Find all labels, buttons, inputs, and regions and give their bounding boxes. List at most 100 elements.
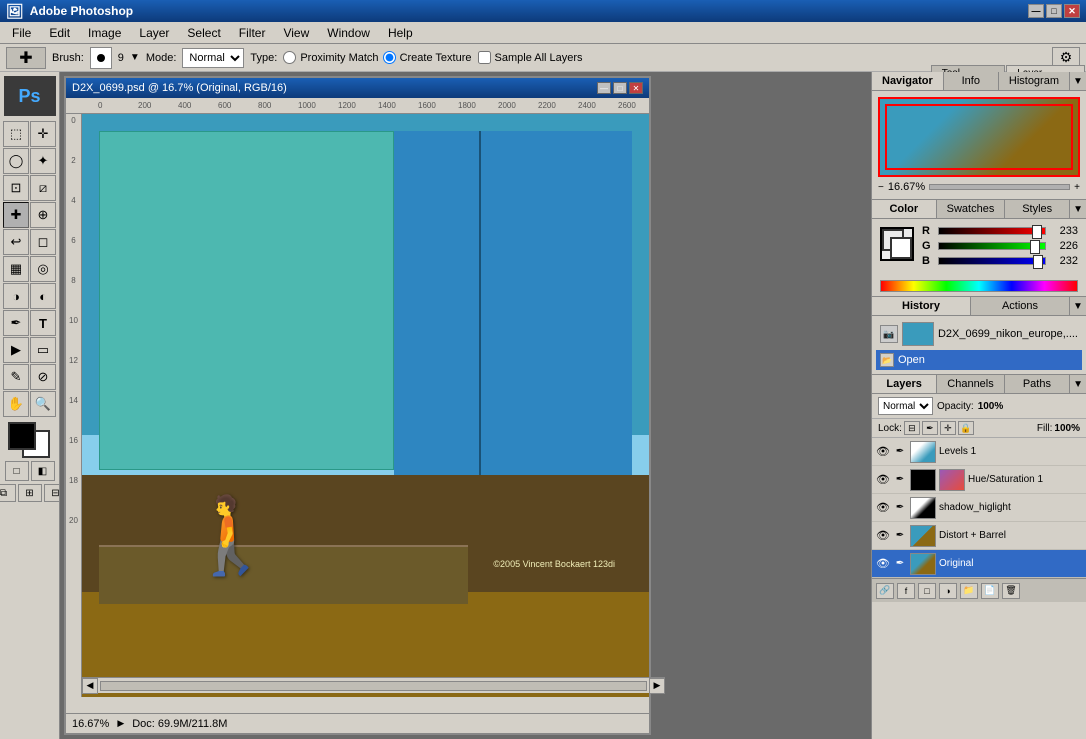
menu-item-filter[interactable]: Filter bbox=[231, 24, 274, 42]
new-adjustment-btn[interactable]: ◑ bbox=[939, 583, 957, 599]
r-thumb[interactable] bbox=[1032, 225, 1042, 239]
title-bar-controls[interactable]: — □ ✕ bbox=[1028, 4, 1080, 18]
tool-lasso[interactable]: ◯ bbox=[3, 148, 29, 174]
menu-item-view[interactable]: View bbox=[275, 24, 317, 42]
menu-item-edit[interactable]: Edit bbox=[41, 24, 78, 42]
history-collapse-btn[interactable]: ▼ bbox=[1070, 298, 1086, 314]
tab-histogram[interactable]: Histogram bbox=[999, 72, 1070, 90]
tab-layers[interactable]: Layers bbox=[872, 375, 937, 393]
new-layer-btn[interactable]: 📄 bbox=[981, 583, 999, 599]
zoom-slider[interactable] bbox=[929, 184, 1070, 190]
foreground-color[interactable] bbox=[8, 422, 36, 450]
color-swatch[interactable] bbox=[880, 227, 914, 261]
tool-eyedropper[interactable]: ⊘ bbox=[30, 364, 56, 390]
doc-close[interactable]: ✕ bbox=[629, 82, 643, 94]
normal-mode-btn[interactable]: □ bbox=[5, 461, 29, 481]
b-slider[interactable] bbox=[938, 257, 1046, 265]
tool-eraser[interactable]: ◻ bbox=[30, 229, 56, 255]
quick-mask-btn[interactable]: ◧ bbox=[31, 461, 55, 481]
tool-magic-wand[interactable]: ✦ bbox=[30, 148, 56, 174]
doc-maximize[interactable]: □ bbox=[613, 82, 627, 94]
tool-dodge[interactable]: ◑ bbox=[3, 283, 29, 309]
tool-move[interactable]: ✛ bbox=[30, 121, 56, 147]
b-thumb[interactable] bbox=[1033, 255, 1043, 269]
tool-hand[interactable]: ✋ bbox=[3, 391, 29, 417]
tab-paths[interactable]: Paths bbox=[1005, 375, 1070, 393]
layer-eye-shadow[interactable]: 👁 bbox=[876, 501, 890, 515]
tab-styles[interactable]: Styles bbox=[1005, 200, 1070, 218]
minimize-button[interactable]: — bbox=[1028, 4, 1044, 18]
layer-original[interactable]: 👁 ✒ Original bbox=[872, 550, 1086, 578]
layers-collapse-btn[interactable]: ▼ bbox=[1070, 376, 1086, 392]
tool-notes[interactable]: ✎ bbox=[3, 364, 29, 390]
screen-mode-btn[interactable]: ⧉ bbox=[0, 484, 16, 502]
g-slider[interactable] bbox=[938, 242, 1046, 250]
delete-layer-btn[interactable]: 🗑 bbox=[1002, 583, 1020, 599]
zoom-in-icon[interactable]: + bbox=[1074, 182, 1080, 193]
layer-eye-original[interactable]: 👁 bbox=[876, 557, 890, 571]
color-background[interactable] bbox=[890, 237, 912, 259]
scroll-left-btn[interactable]: ◀ bbox=[82, 678, 98, 694]
layer-distort[interactable]: 👁 ✒ Distort + Barrel bbox=[872, 522, 1086, 550]
tool-zoom[interactable]: 🔍 bbox=[30, 391, 56, 417]
menu-item-layer[interactable]: Layer bbox=[131, 24, 177, 42]
tab-color[interactable]: Color bbox=[872, 200, 937, 218]
r-slider[interactable] bbox=[938, 227, 1046, 235]
tool-history-brush[interactable]: ↩ bbox=[3, 229, 29, 255]
add-mask-btn[interactable]: □ bbox=[918, 583, 936, 599]
close-button[interactable]: ✕ bbox=[1064, 4, 1080, 18]
maximize-button[interactable]: □ bbox=[1046, 4, 1062, 18]
scroll-h-track[interactable] bbox=[100, 681, 647, 691]
layer-eye-distort[interactable]: 👁 bbox=[876, 529, 890, 543]
canvas-container[interactable]: 🚶 ©2005 Vincent Bockaert 123di bbox=[82, 114, 649, 697]
tool-clone-stamp[interactable]: ⊕ bbox=[30, 202, 56, 228]
navigator-preview[interactable] bbox=[878, 97, 1080, 177]
tool-sponge[interactable]: ◐ bbox=[30, 283, 56, 309]
doc-title-controls[interactable]: — □ ✕ bbox=[597, 82, 643, 94]
menu-item-window[interactable]: Window bbox=[319, 24, 378, 42]
tool-marquee[interactable]: ⬚ bbox=[3, 121, 29, 147]
tool-shape[interactable]: ▭ bbox=[30, 337, 56, 363]
lock-all-btn[interactable]: 🔒 bbox=[958, 421, 974, 435]
create-texture-radio[interactable] bbox=[383, 51, 396, 64]
tab-navigator[interactable]: Navigator bbox=[872, 72, 944, 90]
mode-select[interactable]: Normal bbox=[182, 48, 244, 68]
layer-hue1[interactable]: 👁 ✒ Hue/Saturation 1 bbox=[872, 466, 1086, 494]
history-open-item[interactable]: 📂 Open bbox=[876, 350, 1082, 370]
add-style-btn[interactable]: f bbox=[897, 583, 915, 599]
color-spectrum[interactable] bbox=[880, 280, 1078, 292]
tool-pen[interactable]: ✒ bbox=[3, 310, 29, 336]
lock-transparent-btn[interactable]: ⊟ bbox=[904, 421, 920, 435]
tab-channels[interactable]: Channels bbox=[937, 375, 1004, 393]
menu-item-select[interactable]: Select bbox=[179, 24, 228, 42]
menu-item-help[interactable]: Help bbox=[380, 24, 421, 42]
tab-history[interactable]: History bbox=[872, 297, 971, 315]
tool-crop[interactable]: ⊡ bbox=[3, 175, 29, 201]
blend-mode-select[interactable]: Normal bbox=[878, 397, 933, 415]
sample-all-checkbox[interactable] bbox=[478, 51, 491, 64]
nav-collapse-btn[interactable]: ▼ bbox=[1070, 73, 1086, 89]
fullscreen2-btn[interactable]: ⊟ bbox=[44, 484, 61, 502]
doc-minimize[interactable]: — bbox=[597, 82, 611, 94]
tool-healing-brush[interactable]: ✚ bbox=[3, 202, 29, 228]
fullscreen-btn[interactable]: ⊞ bbox=[18, 484, 42, 502]
menu-item-file[interactable]: File bbox=[4, 24, 39, 42]
tool-gradient[interactable]: ▦ bbox=[3, 256, 29, 282]
brush-dropdown-icon[interactable]: ▼ bbox=[130, 52, 140, 63]
layer-levels1[interactable]: 👁 ✒ Levels 1 bbox=[872, 438, 1086, 466]
layer-shadow[interactable]: 👁 ✒ shadow_higlight bbox=[872, 494, 1086, 522]
tab-info[interactable]: Info bbox=[944, 72, 999, 90]
tab-swatches[interactable]: Swatches bbox=[937, 200, 1006, 218]
tool-slice[interactable]: ⧄ bbox=[30, 175, 56, 201]
tool-type[interactable]: T bbox=[30, 310, 56, 336]
tool-blur[interactable]: ◎ bbox=[30, 256, 56, 282]
zoom-out-icon[interactable]: − bbox=[878, 182, 884, 193]
tool-path-select[interactable]: ▶ bbox=[3, 337, 29, 363]
menu-item-image[interactable]: Image bbox=[80, 24, 129, 42]
layer-eye-hue1[interactable]: 👁 bbox=[876, 473, 890, 487]
layer-eye-levels1[interactable]: 👁 bbox=[876, 445, 890, 459]
scroll-right-btn[interactable]: ▶ bbox=[649, 678, 665, 694]
tab-actions[interactable]: Actions bbox=[971, 297, 1070, 315]
lock-move-btn[interactable]: ✛ bbox=[940, 421, 956, 435]
g-thumb[interactable] bbox=[1030, 240, 1040, 254]
